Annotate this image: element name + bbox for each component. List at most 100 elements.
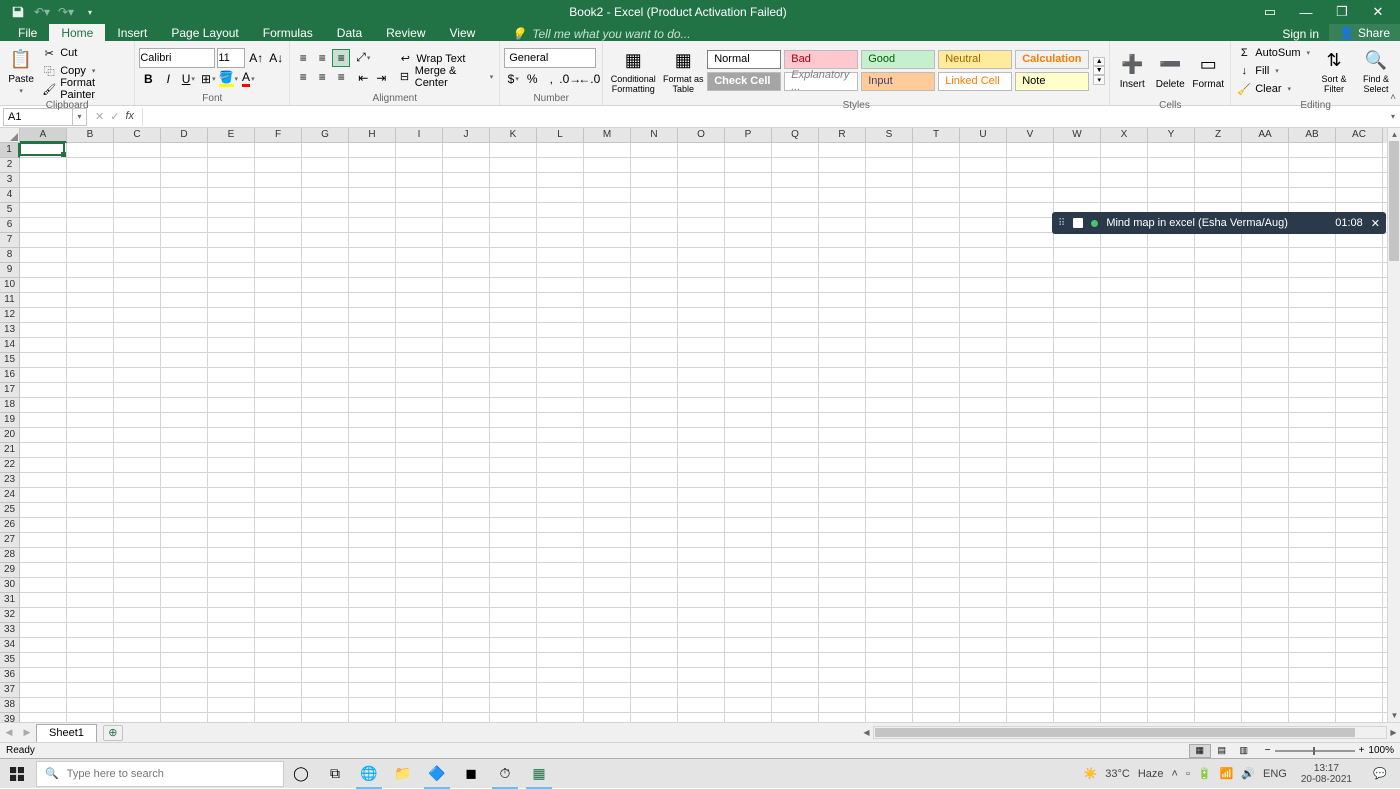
horizontal-scrollbar[interactable]: ◀ ▶ (860, 726, 1400, 739)
conditional-formatting-button[interactable]: ▦ Conditional Formatting (607, 43, 659, 99)
number-format-select[interactable] (504, 48, 596, 68)
column-header[interactable]: D (161, 128, 208, 143)
close-button[interactable]: ✕ (1366, 4, 1390, 20)
cell-style-option[interactable]: Input (861, 72, 935, 91)
row-header[interactable]: 3 (0, 173, 20, 188)
merge-center-button[interactable]: ⊟Merge & Center▾ (396, 68, 495, 86)
cell-style-option[interactable]: Check Cell (707, 72, 781, 91)
decrease-font-icon[interactable]: A↓ (267, 49, 285, 67)
align-middle-icon[interactable]: ≡ (313, 49, 331, 67)
column-header[interactable]: Y (1148, 128, 1195, 143)
row-header[interactable]: 4 (0, 188, 20, 203)
wifi-icon[interactable]: 📶 (1220, 767, 1234, 780)
sign-in-link[interactable]: Sign in (1272, 27, 1329, 41)
align-bottom-icon[interactable]: ≡ (332, 49, 350, 67)
zoom-slider[interactable] (1275, 750, 1355, 752)
cell-style-option[interactable]: Good (861, 50, 935, 69)
volume-icon[interactable]: 🔊 (1241, 767, 1255, 780)
tab-file[interactable]: File (6, 24, 49, 41)
scroll-up-icon[interactable]: ▲ (1388, 128, 1400, 141)
increase-decimal-icon[interactable]: .0→ (561, 70, 579, 88)
app-icon-1[interactable]: ◼ (454, 759, 488, 789)
tab-view[interactable]: View (438, 24, 488, 41)
find-select-button[interactable]: 🔍Find & Select (1356, 43, 1396, 99)
row-header[interactable]: 10 (0, 278, 20, 293)
cell-style-option[interactable]: Linked Cell (938, 72, 1012, 91)
tab-insert[interactable]: Insert (105, 24, 159, 41)
tab-page-layout[interactable]: Page Layout (159, 24, 250, 41)
clock[interactable]: 13:17 20-08-2021 (1295, 763, 1358, 785)
column-header[interactable]: E (208, 128, 255, 143)
column-header[interactable]: V (1007, 128, 1054, 143)
redo-icon[interactable]: ↷▾ (58, 4, 74, 20)
column-header[interactable]: Q (772, 128, 819, 143)
tray-chevron-icon[interactable]: ˄ (1172, 768, 1178, 780)
row-header[interactable]: 21 (0, 443, 20, 458)
row-header[interactable]: 36 (0, 668, 20, 683)
column-header[interactable]: S (866, 128, 913, 143)
collapse-ribbon-icon[interactable]: ˄ (1390, 92, 1396, 103)
clear-button[interactable]: 🧹Clear▾ (1235, 80, 1312, 98)
minimize-button[interactable]: — (1294, 5, 1318, 20)
styles-scroll-down-icon[interactable]: ▼ (1093, 66, 1105, 75)
font-size-select[interactable] (217, 48, 245, 68)
cell-style-option[interactable]: Neutral (938, 50, 1012, 69)
vscroll-thumb[interactable] (1389, 141, 1399, 261)
align-center-icon[interactable]: ≡ (313, 68, 331, 86)
file-explorer-icon[interactable]: 📁 (386, 759, 420, 789)
zoom-level[interactable]: 100% (1368, 745, 1394, 756)
row-header[interactable]: 8 (0, 248, 20, 263)
autosum-button[interactable]: ΣAutoSum▾ (1235, 44, 1312, 62)
recording-close-button[interactable]: ✕ (1371, 217, 1380, 230)
row-header[interactable]: 9 (0, 263, 20, 278)
column-header[interactable]: U (960, 128, 1007, 143)
tab-home[interactable]: Home (49, 24, 105, 41)
tell-me-search[interactable]: 💡 Tell me what you want to do... (511, 27, 690, 41)
row-header[interactable]: 24 (0, 488, 20, 503)
share-button[interactable]: 👤 Share (1329, 24, 1400, 41)
italic-button[interactable]: I (159, 70, 177, 88)
normal-view-icon[interactable]: ▦ (1189, 744, 1211, 758)
hscroll-thumb[interactable] (875, 728, 1355, 737)
align-top-icon[interactable]: ≡ (294, 49, 312, 67)
weather-cond[interactable]: Haze (1138, 768, 1164, 780)
column-header[interactable]: C (114, 128, 161, 143)
row-header[interactable]: 2 (0, 158, 20, 173)
tray-icon-1[interactable]: ▫ (1186, 768, 1190, 780)
undo-icon[interactable]: ↶▾ (34, 4, 50, 20)
cell-style-option[interactable]: Note (1015, 72, 1089, 91)
column-header[interactable]: L (537, 128, 584, 143)
row-header[interactable]: 37 (0, 683, 20, 698)
styles-scroll-up-icon[interactable]: ▲ (1093, 57, 1105, 66)
sheet-nav-next-icon[interactable]: ▶ (18, 727, 36, 738)
column-header[interactable]: H (349, 128, 396, 143)
row-header[interactable]: 26 (0, 518, 20, 533)
hscroll-right-icon[interactable]: ▶ (1387, 726, 1400, 739)
tab-data[interactable]: Data (325, 24, 374, 41)
decrease-indent-icon[interactable]: ⇤ (354, 69, 372, 87)
percent-format-icon[interactable]: % (523, 70, 541, 88)
orientation-icon[interactable]: ⤢ (354, 49, 372, 67)
sort-filter-button[interactable]: ⇅Sort & Filter (1314, 43, 1354, 99)
fill-color-button[interactable]: 🪣 (219, 70, 237, 88)
row-header[interactable]: 20 (0, 428, 20, 443)
cell-style-option[interactable]: Normal (707, 50, 781, 69)
weather-icon[interactable]: ☀️ (1084, 767, 1098, 780)
column-header[interactable]: I (396, 128, 443, 143)
format-cells-button[interactable]: ▭Format (1190, 43, 1226, 99)
row-header[interactable]: 33 (0, 623, 20, 638)
maximize-button[interactable]: ❐ (1330, 4, 1354, 20)
qat-customize-icon[interactable]: ▾ (82, 4, 98, 20)
delete-cells-button[interactable]: ➖Delete (1152, 43, 1188, 99)
cut-button[interactable]: ✂Cut (40, 44, 130, 62)
column-header[interactable]: M (584, 128, 631, 143)
font-name-select[interactable] (139, 48, 215, 68)
font-color-button[interactable]: A (239, 70, 257, 88)
row-header[interactable]: 17 (0, 383, 20, 398)
new-sheet-button[interactable]: ⊕ (103, 725, 123, 741)
row-header[interactable]: 28 (0, 548, 20, 563)
insert-cells-button[interactable]: ➕Insert (1114, 43, 1150, 99)
row-header[interactable]: 6 (0, 218, 20, 233)
row-header[interactable]: 5 (0, 203, 20, 218)
row-header[interactable]: 13 (0, 323, 20, 338)
